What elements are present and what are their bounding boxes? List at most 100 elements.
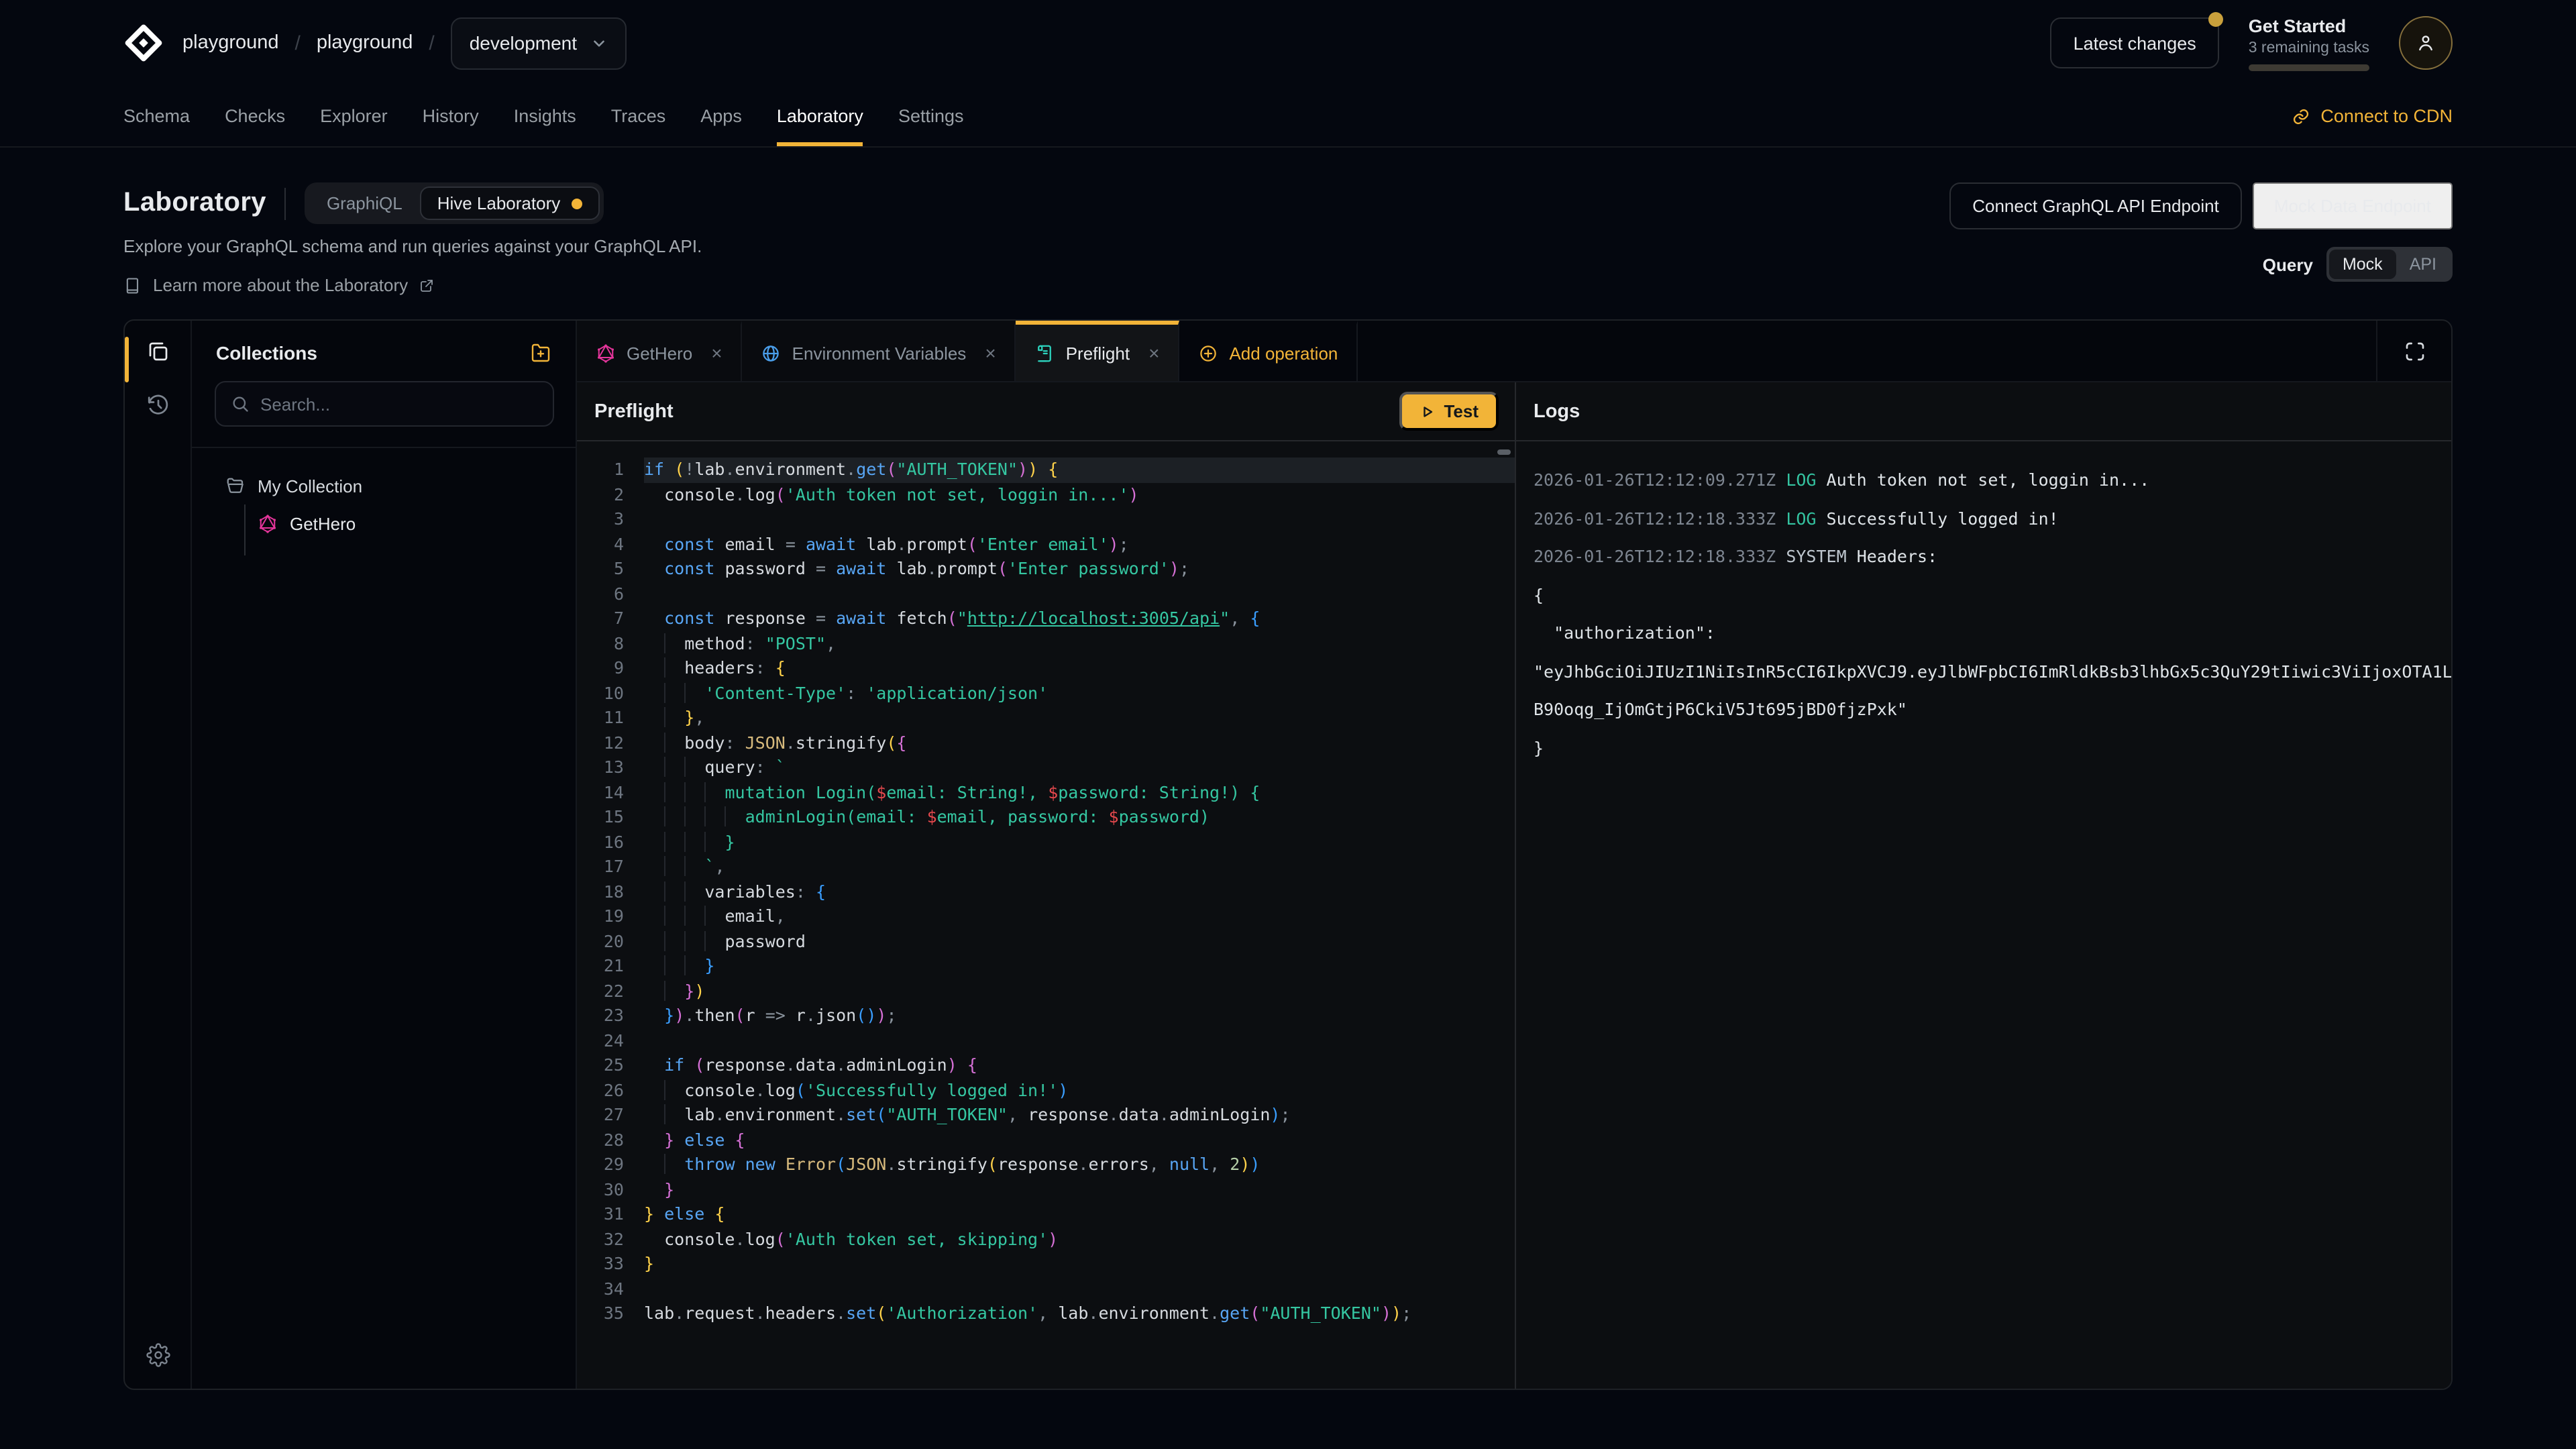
code-line[interactable]: 23 }).then(r => r.json()); [577,1004,1515,1028]
close-icon[interactable]: × [985,342,996,364]
operation-row[interactable]: GetHero [192,504,576,542]
fullscreen-button[interactable] [2376,321,2451,381]
code-line[interactable]: 3 [577,507,1515,532]
nav-item-checks[interactable]: Checks [225,86,285,146]
code-line[interactable]: 27 lab.environment.set("AUTH_TOKEN", res… [577,1103,1515,1128]
code-line[interactable]: 25 if (response.data.adminLogin) { [577,1053,1515,1078]
code-line[interactable]: 21 } [577,954,1515,979]
line-content: headers: { [644,656,1515,681]
code-line[interactable]: 9 headers: { [577,656,1515,681]
graphql-icon [596,343,616,363]
code-line[interactable]: 17 `, [577,855,1515,879]
code-line[interactable]: 16 } [577,830,1515,855]
test-button[interactable]: Test [1399,392,1499,431]
logs-title: Logs [1534,400,1580,422]
code-editor[interactable]: 1if (!lab.environment.get("AUTH_TOKEN"))… [577,441,1515,1389]
code-line[interactable]: 28 } else { [577,1128,1515,1152]
code-line[interactable]: 5 const password = await lab.prompt('Ent… [577,557,1515,582]
code-line[interactable]: 4 const email = await lab.prompt('Enter … [577,532,1515,557]
line-content: throw new Error(JSON.stringify(response.… [644,1152,1515,1177]
learn-more-link[interactable]: Learn more about the Laboratory [123,275,2453,295]
mode-option-graphiql[interactable]: GraphiQL [309,186,420,220]
tab-gethero[interactable]: GetHero× [577,321,743,381]
log-line: B90oqg_IjOmGtjP6CkiV5Jt695jBD0fjzPxk" [1534,691,2451,729]
gear-icon[interactable] [146,1343,170,1367]
code-line[interactable]: 12 body: JSON.stringify({ [577,731,1515,755]
log-line: 2026-01-26T12:12:09.271Z LOG Auth token … [1534,462,2451,500]
code-line[interactable]: 20 password [577,929,1515,954]
code-line[interactable]: 26 console.log('Successfully logged in!'… [577,1078,1515,1103]
code-line[interactable]: 35lab.request.headers.set('Authorization… [577,1301,1515,1326]
get-started-widget[interactable]: Get Started 3 remaining tasks [2249,15,2369,70]
folder-plus-icon[interactable] [530,342,551,364]
search-placeholder: Search... [260,394,330,414]
breadcrumb-org[interactable]: playground [182,32,279,54]
close-icon[interactable]: × [711,342,722,364]
tab-preflight[interactable]: Preflight× [1016,321,1180,381]
mode-option-hive-laboratory[interactable]: Hive Laboratory [420,186,600,220]
line-number: 25 [577,1053,644,1078]
editor-scrollbar-thumb[interactable] [1497,449,1511,455]
line-content: }, [644,706,1515,731]
external-link-icon [419,277,435,293]
nav-item-explorer[interactable]: Explorer [320,86,388,146]
code-line[interactable]: 7 const response = await fetch("http://l… [577,606,1515,631]
nav-item-schema[interactable]: Schema [123,86,190,146]
code-line[interactable]: 33} [577,1252,1515,1277]
nav-item-laboratory[interactable]: Laboratory [777,86,863,146]
code-line[interactable]: 14 mutation Login($email: String!, $pass… [577,780,1515,805]
code-line[interactable]: 2 console.log('Auth token not set, loggi… [577,482,1515,507]
nav-item-traces[interactable]: Traces [611,86,666,146]
line-content: variables: { [644,879,1515,904]
query-mode-api[interactable]: API [2396,250,2450,279]
nav-item-history[interactable]: History [423,86,479,146]
breadcrumb-separator: / [295,32,301,54]
code-line[interactable]: 10 'Content-Type': 'application/json' [577,681,1515,706]
hive-logo-icon[interactable] [123,23,164,63]
breadcrumb-project[interactable]: playground [317,32,413,54]
code-line[interactable]: 1if (!lab.environment.get("AUTH_TOKEN"))… [577,458,1515,482]
code-line[interactable]: 34 [577,1277,1515,1301]
tab-label: Environment Variables [792,343,967,363]
connect-endpoint-button[interactable]: Connect GraphQL API Endpoint [1949,182,2242,229]
tab-environment-variables[interactable]: Environment Variables × [743,321,1016,381]
nav-item-insights[interactable]: Insights [514,86,576,146]
collections-search-input[interactable]: Search... [215,381,554,427]
connect-to-cdn-link[interactable]: Connect to CDN [2291,86,2453,146]
code-line[interactable]: 11 }, [577,706,1515,731]
query-mode-mock[interactable]: Mock [2329,250,2396,279]
notification-dot [2208,12,2223,27]
laboratory-panel: Collections Search... My Collection [123,319,2453,1390]
code-line[interactable]: 24 [577,1028,1515,1053]
code-line[interactable]: 29 throw new Error(JSON.stringify(respon… [577,1152,1515,1177]
logs-panel: Logs 2026-01-26T12:12:09.271Z LOG Auth t… [1515,382,2451,1389]
line-number: 7 [577,606,644,631]
learn-more-label: Learn more about the Laboratory [153,275,408,295]
collection-folder-row[interactable]: My Collection [192,467,576,504]
code-line[interactable]: 32 console.log('Auth token set, skipping… [577,1227,1515,1252]
code-line[interactable]: 19 email, [577,904,1515,929]
latest-changes-button[interactable]: Latest changes [2051,17,2219,68]
code-line[interactable]: 6 [577,582,1515,606]
editor-logs-split: Preflight Test 1if (!lab.environment.get… [577,382,2451,1389]
code-line[interactable]: 8 method: "POST", [577,631,1515,656]
line-content [644,1277,1515,1301]
line-number: 23 [577,1004,644,1028]
close-icon[interactable]: × [1148,342,1159,364]
history-icon[interactable] [146,393,170,417]
code-line[interactable]: 31} else { [577,1202,1515,1227]
add-operation-button[interactable]: Add operation [1179,321,1358,381]
code-line[interactable]: 15 adminLogin(email: $email, password: $… [577,805,1515,830]
collections-icon[interactable] [146,339,170,364]
code-line[interactable]: 18 variables: { [577,879,1515,904]
code-line[interactable]: 30 } [577,1177,1515,1202]
line-content: }) [644,979,1515,1004]
nav-item-settings[interactable]: Settings [898,86,964,146]
code-line[interactable]: 22 }) [577,979,1515,1004]
target-selector[interactable]: development [451,17,627,69]
user-avatar[interactable] [2399,16,2453,70]
user-icon [2415,32,2436,54]
mock-endpoint-button[interactable]: Mock Data Endpoint [2253,182,2453,229]
code-line[interactable]: 13 query: ` [577,755,1515,780]
nav-item-apps[interactable]: Apps [700,86,742,146]
